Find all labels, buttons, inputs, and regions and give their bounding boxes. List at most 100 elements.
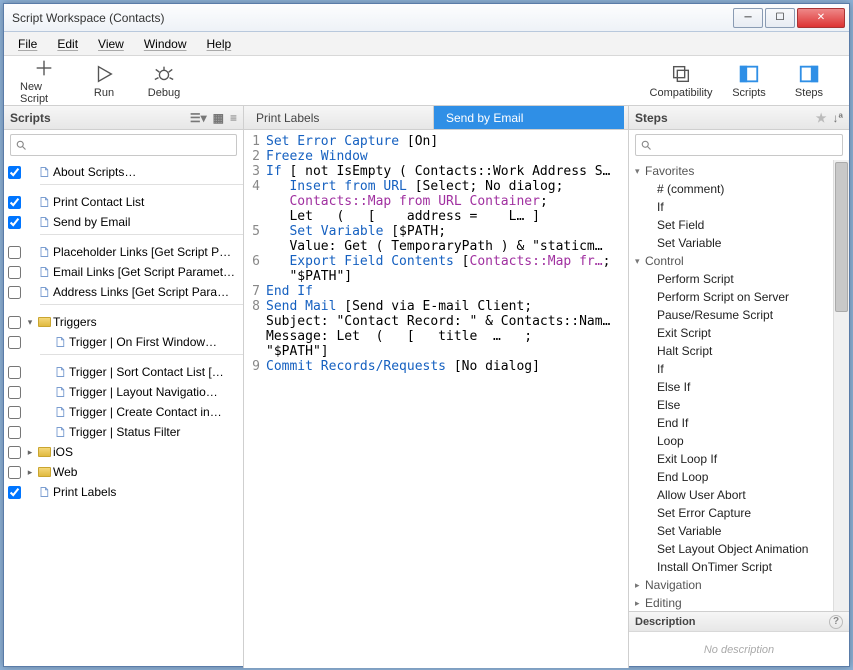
menu-edit[interactable]: Edit (49, 34, 86, 54)
expand-arrow-icon[interactable]: ▾ (25, 317, 35, 328)
visibility-checkbox[interactable] (8, 316, 21, 329)
step-item[interactable]: Perform Script on Server (629, 288, 849, 306)
script-folder[interactable]: ▸iOS (4, 442, 243, 462)
scripts-search[interactable] (10, 134, 237, 156)
script-item[interactable]: Print Contact List (4, 192, 243, 212)
step-item[interactable]: Allow User Abort (629, 486, 849, 504)
visibility-checkbox[interactable] (8, 216, 21, 229)
expand-arrow-icon[interactable]: ▸ (25, 467, 35, 478)
visibility-checkbox[interactable] (8, 336, 21, 349)
step-item[interactable]: Halt Script (629, 342, 849, 360)
expand-arrow-icon[interactable]: ▸ (25, 447, 35, 458)
editor-tab[interactable]: Print Labels (244, 106, 434, 129)
code-line[interactable]: 8Send Mail [Send via E-mail Client; (244, 299, 628, 314)
help-icon[interactable]: ? (829, 615, 843, 629)
code-line[interactable]: Let ( [ address = L… ] (244, 209, 628, 224)
steps-list[interactable]: ▾Favorites# (comment)IfSet FieldSet Vari… (629, 160, 849, 611)
sort-icon[interactable]: ↓ª (833, 111, 843, 125)
visibility-checkbox[interactable] (8, 366, 21, 379)
maximize-button[interactable]: ☐ (765, 8, 795, 28)
visibility-checkbox[interactable] (8, 266, 21, 279)
code-line[interactable]: 5 Set Variable [$PATH; (244, 224, 628, 239)
script-item[interactable]: Print Labels (4, 482, 243, 502)
step-item[interactable]: Else (629, 396, 849, 414)
menu-help[interactable]: Help (199, 34, 240, 54)
step-item[interactable]: Exit Script (629, 324, 849, 342)
script-item[interactable]: Placeholder Links [Get Script P… (4, 242, 243, 262)
code-line[interactable]: 9Commit Records/Requests [No dialog] (244, 359, 628, 374)
minimize-button[interactable]: ─ (733, 8, 763, 28)
step-group[interactable]: ▾Control (629, 252, 849, 270)
script-item[interactable]: Send by Email (4, 212, 243, 232)
step-item[interactable]: If (629, 198, 849, 216)
script-list[interactable]: About Scripts… Print Contact ListSend by … (4, 160, 243, 668)
code-line[interactable]: Contacts::Map from URL Container; (244, 194, 628, 209)
visibility-checkbox[interactable] (8, 246, 21, 259)
script-item[interactable]: Trigger | Create Contact in… (4, 402, 243, 422)
visibility-checkbox[interactable] (8, 196, 21, 209)
step-item[interactable]: Exit Loop If (629, 450, 849, 468)
step-item[interactable]: Install OnTimer Script (629, 558, 849, 576)
script-item[interactable]: Trigger | Sort Contact List [… (4, 362, 243, 382)
step-item[interactable]: End Loop (629, 468, 849, 486)
code-line[interactable]: 4 Insert from URL [Select; No dialog; (244, 179, 628, 194)
menu-file[interactable]: File (10, 34, 45, 54)
step-item[interactable]: Set Variable (629, 522, 849, 540)
compatibility-button[interactable]: Compatibility (643, 59, 719, 103)
close-button[interactable]: ✕ (797, 8, 845, 28)
steps-search-input[interactable] (652, 138, 838, 152)
new-script-button[interactable]: New Script (14, 53, 74, 109)
script-item[interactable]: About Scripts… (4, 162, 243, 182)
step-group[interactable]: ▸Navigation (629, 576, 849, 594)
new-folder-icon[interactable]: ▦ (213, 111, 224, 125)
visibility-checkbox[interactable] (8, 286, 21, 299)
scroll-thumb[interactable] (835, 162, 848, 312)
script-folder[interactable]: ▸Web (4, 462, 243, 482)
step-item[interactable]: End If (629, 414, 849, 432)
code-line[interactable]: Subject: "Contact Record: " & Contacts::… (244, 314, 628, 329)
scrollbar[interactable] (833, 160, 849, 611)
code-editor[interactable]: 1Set Error Capture [On]2Freeze Window3If… (244, 130, 628, 668)
step-item[interactable]: Perform Script (629, 270, 849, 288)
code-line[interactable]: Value: Get ( TemporaryPath ) & "staticm… (244, 239, 628, 254)
code-line[interactable]: 7End If (244, 284, 628, 299)
visibility-checkbox[interactable] (8, 486, 21, 499)
run-button[interactable]: Run (74, 59, 134, 103)
code-line[interactable]: "$PATH"] (244, 269, 628, 284)
visibility-checkbox[interactable] (8, 166, 21, 179)
visibility-checkbox[interactable] (8, 466, 21, 479)
visibility-checkbox[interactable] (8, 406, 21, 419)
scripts-search-input[interactable] (27, 138, 232, 152)
code-line[interactable]: 2Freeze Window (244, 149, 628, 164)
step-item[interactable]: Set Layout Object Animation (629, 540, 849, 558)
script-folder[interactable]: ▾Triggers (4, 312, 243, 332)
code-line[interactable]: "$PATH"] (244, 344, 628, 359)
step-item[interactable]: Else If (629, 378, 849, 396)
menu-view[interactable]: View (90, 34, 132, 54)
step-group[interactable]: ▾Favorites (629, 162, 849, 180)
script-item[interactable]: Address Links [Get Script Para… (4, 282, 243, 302)
debug-button[interactable]: Debug (134, 59, 194, 103)
steps-search[interactable] (635, 134, 843, 156)
list-icon[interactable]: ≡ (230, 111, 237, 125)
code-line[interactable]: 1Set Error Capture [On] (244, 134, 628, 149)
code-line[interactable]: 3If [ not IsEmpty ( Contacts::Work Addre… (244, 164, 628, 179)
dropdown-icon[interactable]: ☰▾ (190, 111, 207, 125)
menu-window[interactable]: Window (136, 34, 195, 54)
scripts-toggle-button[interactable]: Scripts (719, 59, 779, 103)
visibility-checkbox[interactable] (8, 426, 21, 439)
visibility-checkbox[interactable] (8, 446, 21, 459)
script-item[interactable]: Trigger | Status Filter (4, 422, 243, 442)
script-item[interactable]: Email Links [Get Script Paramet… (4, 262, 243, 282)
favorite-icon[interactable]: ★ (816, 111, 827, 125)
code-line[interactable]: 6 Export Field Contents [Contacts::Map f… (244, 254, 628, 269)
step-item[interactable]: # (comment) (629, 180, 849, 198)
step-item[interactable]: Pause/Resume Script (629, 306, 849, 324)
step-item[interactable]: Set Field (629, 216, 849, 234)
script-item[interactable]: Trigger | Layout Navigatio… (4, 382, 243, 402)
step-item[interactable]: Set Error Capture (629, 504, 849, 522)
visibility-checkbox[interactable] (8, 386, 21, 399)
step-item[interactable]: Set Variable (629, 234, 849, 252)
steps-toggle-button[interactable]: Steps (779, 59, 839, 103)
step-group[interactable]: ▸Editing (629, 594, 849, 611)
